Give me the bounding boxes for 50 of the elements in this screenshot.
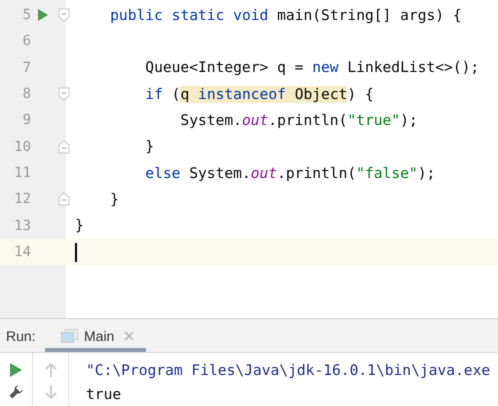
line-number: 12 [13,191,31,208]
code-token: ) { [347,86,374,103]
code-token: } [109,190,119,208]
code-token: .println( [268,112,348,129]
code-token: instanceof [198,86,286,103]
code-token: "true" [347,112,400,129]
code-token: out [250,164,278,182]
code-token: Queue<Integer> q = [144,59,304,76]
code-token: } [144,138,154,156]
run-label: Run: [5,326,37,346]
console-line: "C:\Program Files\Java\jdk-16.0.1\bin\java.exe [86,361,490,381]
code-token: LinkedList<>(); [346,59,480,76]
wrench-icon[interactable] [9,385,23,399]
code-token: void [232,6,268,24]
line-number: 9 [22,112,31,128]
line-number: 10 [13,138,31,155]
code-token: .println( [277,164,356,182]
line-number: 5 [22,7,31,24]
code-token: if [144,86,163,103]
code-token: public [109,6,163,24]
code-token: main(String[] args) { [276,6,462,24]
line-number: 14 [13,244,31,260]
unfold-icon[interactable] [58,192,70,206]
code-token: Object [286,86,348,103]
code-token: ); [418,164,436,182]
window-icon [61,328,78,342]
run-tab[interactable]: Main [45,319,146,352]
line-number: 7 [22,60,31,76]
fold-icon[interactable] [58,8,70,22]
text-caret [75,242,77,262]
close-icon[interactable] [124,330,134,340]
run-icon[interactable] [10,363,22,377]
code-token: new [312,59,339,76]
code-token: } [75,217,84,234]
code-token: ); [400,112,418,129]
console-line: true [86,385,122,405]
fold-icon[interactable] [58,87,70,102]
code-token: "false" [356,164,418,182]
code-token: q [180,86,198,103]
code-token: static [170,6,224,24]
line-number: 6 [22,33,31,50]
line-number: 13 [13,218,31,234]
code-token: System. [188,164,251,182]
line-number: 11 [13,165,31,182]
code-token: out [242,112,268,129]
code-token: System. [179,112,242,129]
code-token: else [144,164,180,182]
line-number: 8 [22,86,31,102]
run-icon[interactable] [38,9,48,22]
code-token: ( [170,86,180,103]
